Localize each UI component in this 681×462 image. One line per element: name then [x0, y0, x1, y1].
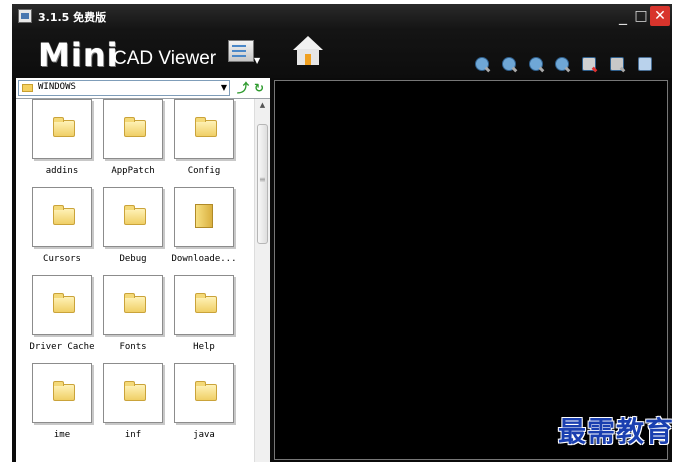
folder-icon	[195, 117, 217, 137]
scroll-up-icon[interactable]: ▲	[255, 101, 270, 111]
file-item[interactable]: Driver Cache	[26, 275, 98, 361]
vertical-scrollbar[interactable]: ▲	[254, 99, 270, 462]
folder-icon	[124, 205, 146, 225]
file-item[interactable]: ime	[26, 363, 98, 449]
downloads-folder-icon	[195, 204, 213, 228]
zoom-in-icon[interactable]	[475, 57, 489, 71]
logo-cad-viewer: CAD Viewer	[113, 48, 217, 69]
minimize-button[interactable]: _	[614, 6, 632, 26]
zoom-fit-icon[interactable]	[555, 57, 569, 71]
folder-icon	[53, 293, 75, 313]
file-name: inf	[124, 430, 142, 440]
file-name: Help	[193, 342, 215, 352]
folder-icon	[195, 381, 217, 401]
drawing-viewport[interactable]	[274, 80, 668, 460]
file-name: ime	[53, 430, 71, 440]
path-bar: WINDOWS ▼ ⤴ ↻	[16, 78, 270, 99]
chevron-down-icon[interactable]: ▼	[221, 83, 227, 92]
folder-thumbnail	[103, 187, 163, 247]
folder-thumbnail	[174, 275, 234, 335]
document-viewer-icon	[228, 40, 254, 62]
up-folder-icon[interactable]: ⤴	[236, 80, 250, 96]
file-item[interactable]: Config	[168, 99, 240, 185]
file-name: Debug	[119, 254, 147, 264]
document-viewer-button[interactable]: ▼	[228, 38, 260, 66]
home-icon	[293, 36, 323, 50]
folder-thumbnail	[174, 187, 234, 247]
zoom-out-icon[interactable]	[502, 57, 516, 71]
file-name: Config	[187, 166, 221, 176]
file-name: addins	[45, 166, 79, 176]
folder-icon	[53, 117, 75, 137]
file-item[interactable]: Fonts	[97, 275, 169, 361]
file-item[interactable]: AppPatch	[97, 99, 169, 185]
window-title: 3.1.5 免费版	[38, 11, 107, 24]
file-name: Fonts	[119, 342, 147, 352]
refresh-icon[interactable]: ↻	[252, 80, 266, 96]
logo-mini: Mini	[38, 36, 119, 74]
home-button[interactable]	[292, 36, 324, 68]
file-item[interactable]: Downloade...	[168, 187, 240, 273]
file-name: java	[193, 430, 215, 440]
folder-thumbnail	[103, 275, 163, 335]
chevron-down-icon: ▼	[254, 56, 261, 65]
path-dropdown[interactable]: WINDOWS ▼	[18, 80, 230, 96]
zoom-window-icon[interactable]	[529, 57, 543, 71]
folder-thumbnail	[174, 363, 234, 423]
current-path: WINDOWS	[38, 82, 76, 92]
file-grid: addins AppPatch Config Cursors Debug Dow…	[16, 99, 252, 462]
folder-icon	[124, 117, 146, 137]
watermark: 最需教育	[558, 415, 675, 448]
file-name: Downloade...	[171, 254, 237, 264]
file-name: Cursors	[43, 254, 81, 264]
toolbar: Mini CAD Viewer ▼	[12, 30, 672, 78]
title-bar[interactable]: 3.1.5 免费版 _ □ ✕	[12, 4, 672, 30]
folder-thumbnail	[32, 99, 92, 159]
folder-thumbnail	[174, 99, 234, 159]
file-name: AppPatch	[111, 166, 155, 176]
file-item[interactable]: inf	[97, 363, 169, 449]
folder-icon	[53, 205, 75, 225]
file-browser-panel: WINDOWS ▼ ⤴ ↻ addins AppPatch Config Cur…	[16, 78, 270, 462]
folder-icon	[124, 381, 146, 401]
folder-thumbnail	[103, 99, 163, 159]
folder-thumbnail	[32, 363, 92, 423]
folder-icon	[195, 293, 217, 313]
folder-icon	[53, 381, 75, 401]
scroll-thumb[interactable]	[257, 124, 268, 244]
file-item[interactable]: java	[168, 363, 240, 449]
file-item[interactable]: Cursors	[26, 187, 98, 273]
file-item[interactable]: Debug	[97, 187, 169, 273]
file-item[interactable]: Help	[168, 275, 240, 361]
folder-thumbnail	[32, 187, 92, 247]
file-item[interactable]: addins	[26, 99, 98, 185]
app-icon	[18, 9, 32, 23]
home-icon-door	[305, 54, 311, 65]
folder-icon	[124, 293, 146, 313]
close-button[interactable]: ✕	[650, 6, 670, 26]
maximize-button[interactable]: □	[632, 6, 650, 26]
folder-icon	[22, 84, 33, 92]
print-icon[interactable]	[638, 57, 652, 71]
app-window: 3.1.5 免费版 _ □ ✕ Mini CAD Viewer ▼ WINDOW…	[12, 4, 672, 462]
properties-icon[interactable]	[610, 57, 624, 71]
pan-icon[interactable]	[582, 57, 596, 71]
file-name: Driver Cache	[29, 342, 95, 352]
folder-thumbnail	[32, 275, 92, 335]
folder-thumbnail	[103, 363, 163, 423]
